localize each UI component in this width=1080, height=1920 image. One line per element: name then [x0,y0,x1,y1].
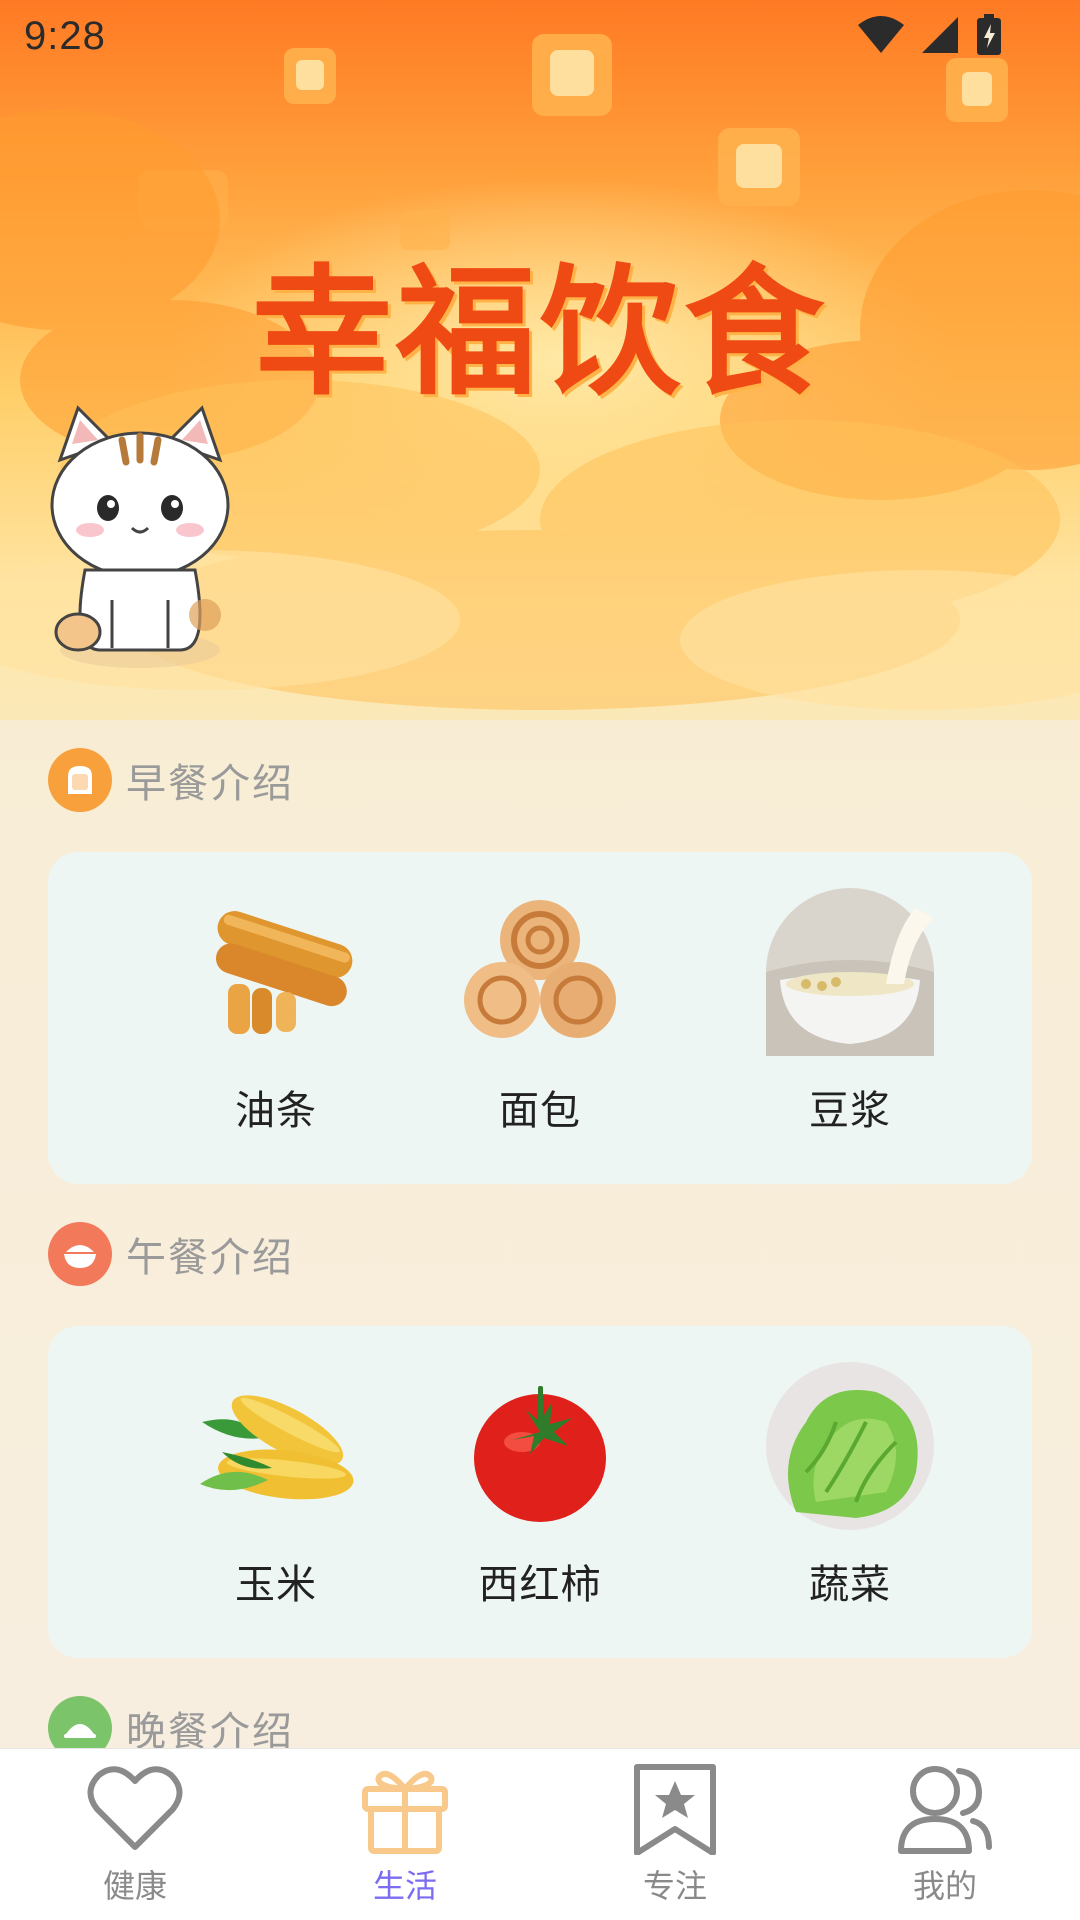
lunch-card: 玉米 西红柿 蔬菜 [48,1326,1032,1658]
corn-image [192,1362,360,1530]
status-time: 9:28 [24,14,106,58]
food-item-vegetable[interactable]: 蔬菜 [750,1362,950,1610]
users-icon [898,1766,992,1854]
section-title: 午餐介绍 [126,1236,294,1280]
section-header-breakfast: 早餐介绍 [48,748,294,812]
rice-bowl-icon [48,1222,112,1286]
food-item-tomato[interactable]: 西红柿 [440,1362,640,1610]
bookmark-star-icon [634,1764,716,1855]
bottom-navigation: 健康 生活 专注 我的 [0,1748,1080,1920]
food-item-soymilk[interactable]: 豆浆 [750,888,950,1136]
nav-item-life[interactable]: 生活 [270,1749,540,1920]
gift-icon [362,1771,448,1854]
section-header-lunch: 午餐介绍 [48,1222,294,1286]
soy-milk-image [766,888,934,1056]
nav-item-focus[interactable]: 专注 [540,1749,810,1920]
banner-title: 幸福饮食 [251,251,828,415]
heart-icon [87,1766,183,1850]
food-item-youtiao[interactable]: 油条 [176,888,376,1136]
fried-dough-image [192,888,360,1056]
battery-icon [977,14,1001,55]
banner: 幸福饮食 [0,0,1080,720]
tomato-image [456,1362,624,1530]
app-screen: 幸福饮食 9:28 早餐介绍 油条 面包 豆浆 午餐介绍 玉米 西红柿 蔬菜 晚… [0,0,1080,1920]
food-label: 蔬菜 [809,1563,891,1607]
nav-label: 专注 [642,1868,707,1904]
food-label: 油条 [235,1089,317,1133]
food-label: 豆浆 [809,1089,891,1133]
signal-icon [922,17,958,53]
nav-item-mine[interactable]: 我的 [810,1749,1080,1920]
section-title: 早餐介绍 [126,762,294,806]
food-item-corn[interactable]: 玉米 [176,1362,376,1610]
lettuce-image [766,1362,934,1530]
bread-icon [48,748,112,812]
nav-label: 我的 [912,1868,977,1904]
breakfast-card: 油条 面包 豆浆 [48,852,1032,1184]
food-label: 西红柿 [478,1563,602,1607]
food-label: 面包 [499,1089,581,1133]
nav-label: 生活 [372,1868,437,1904]
wifi-icon [858,16,904,53]
food-label: 玉米 [235,1563,317,1607]
food-item-bread[interactable]: 面包 [440,888,640,1136]
cat-mascot [50,405,230,668]
nav-label: 健康 [102,1868,167,1904]
status-bar: 9:28 [0,0,1080,80]
status-icons [858,14,1002,56]
nav-item-health[interactable]: 健康 [0,1749,270,1920]
bread-rolls-image [456,888,624,1056]
